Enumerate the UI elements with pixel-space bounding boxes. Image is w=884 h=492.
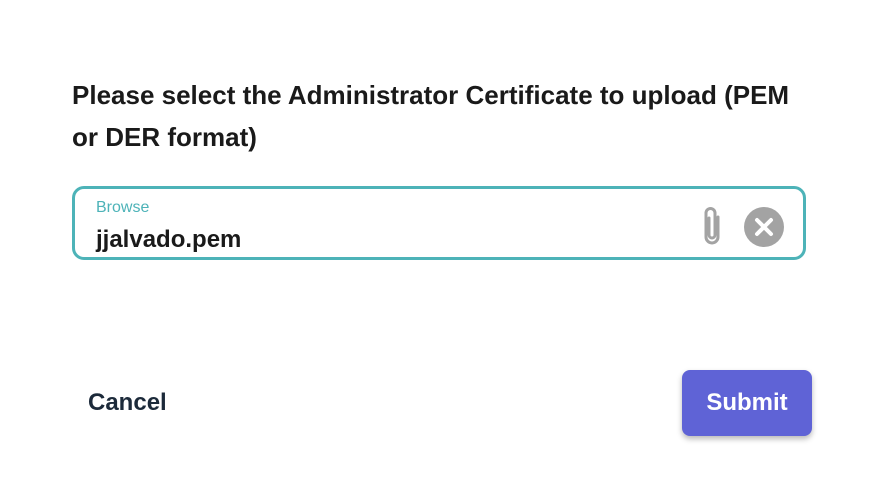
- file-upload-field[interactable]: Browse jjalvado.pem: [72, 186, 806, 260]
- cancel-button[interactable]: Cancel: [76, 380, 179, 426]
- submit-button[interactable]: Submit: [682, 370, 812, 436]
- selected-file-name[interactable]: jjalvado.pem: [96, 226, 241, 254]
- dialog-prompt: Please select the Administrator Certific…: [72, 80, 790, 152]
- file-field-label: Browse: [96, 199, 150, 216]
- upload-certificate-dialog: Please select the Administrator Certific…: [0, 0, 884, 492]
- paperclip-icon[interactable]: [697, 204, 727, 250]
- clear-circle-icon[interactable]: [744, 207, 784, 247]
